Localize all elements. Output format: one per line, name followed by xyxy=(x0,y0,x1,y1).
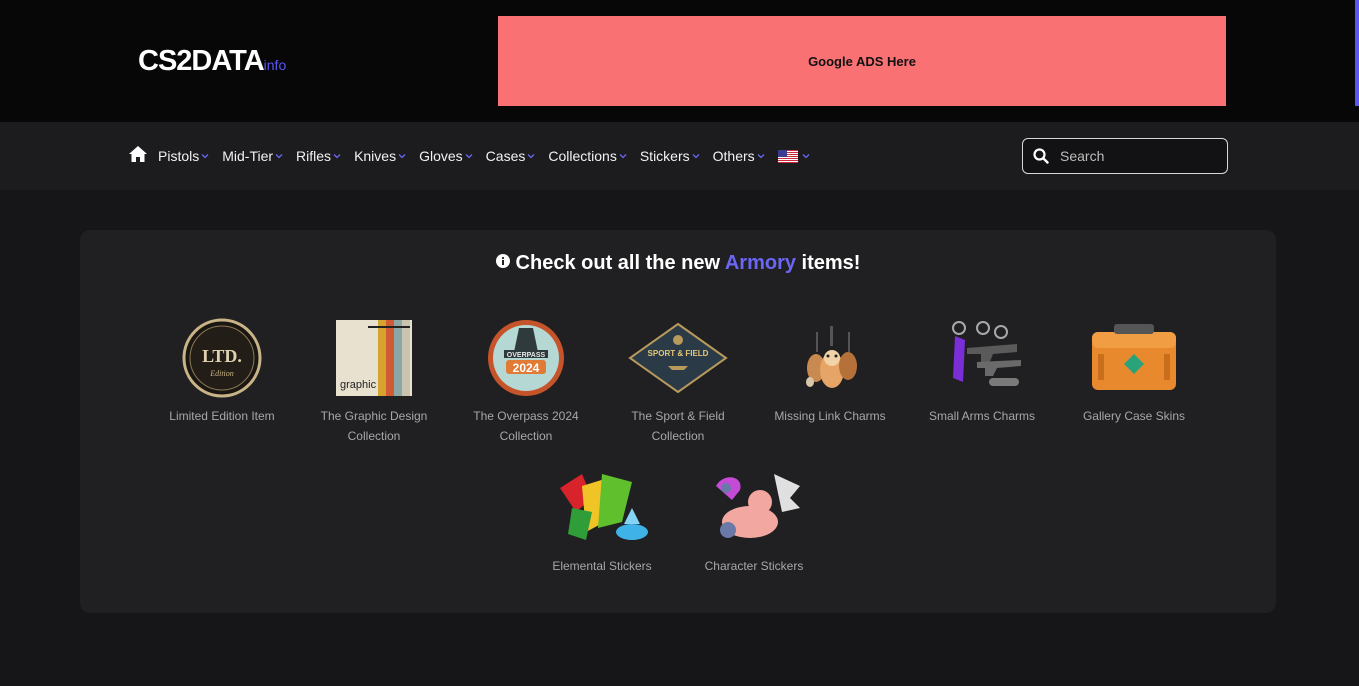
item-label: The Overpass 2024 Collection xyxy=(473,409,579,443)
svg-text:graphic: graphic xyxy=(340,379,377,391)
nav-label: Rifles xyxy=(296,148,332,164)
search-icon xyxy=(1033,148,1049,164)
main-navbar: Pistols Mid-Tier Rifles Knives Gloves Ca… xyxy=(0,122,1359,190)
nav-item-stickers[interactable]: Stickers xyxy=(640,148,700,164)
item-card-elemental-stickers[interactable]: Elemental Stickers xyxy=(534,468,670,576)
armory-headline: Check out all the new Armory items! xyxy=(80,252,1276,275)
info-icon xyxy=(495,254,510,268)
armory-panel: Check out all the new Armory items! LTD.… xyxy=(80,230,1276,613)
chevron-down-icon xyxy=(692,154,700,159)
nav-label: Gloves xyxy=(419,148,463,164)
chevron-down-icon xyxy=(201,154,209,159)
ad-text: Google ADS Here xyxy=(808,53,916,69)
chevron-down-icon xyxy=(619,154,627,159)
chevron-down-icon xyxy=(757,154,765,159)
site-logo[interactable]: CS2DATAinfo xyxy=(138,45,286,78)
sport-field-collection-icon: SPORT & FIELD xyxy=(628,322,728,394)
svg-text:LTD.: LTD. xyxy=(202,346,242,366)
chevron-down-icon xyxy=(275,154,283,159)
nav-label: Stickers xyxy=(639,148,690,164)
nav-item-gloves[interactable]: Gloves xyxy=(419,148,473,164)
item-card-gallery-case-skins[interactable]: Gallery Case Skins xyxy=(1066,318,1202,426)
top-header: CS2DATAinfo Google ADS Here xyxy=(0,0,1359,122)
search-box[interactable] xyxy=(1022,138,1228,174)
item-label: Character Stickers xyxy=(704,559,804,573)
nav-label: Cases xyxy=(485,148,526,164)
item-label: Elemental Stickers xyxy=(552,559,652,573)
us-flag-icon xyxy=(777,149,798,163)
character-stickers-icon xyxy=(716,474,800,538)
item-label: Missing Link Charms xyxy=(774,409,886,423)
armory-link[interactable]: Armory xyxy=(725,252,796,274)
item-label: The Sport & Field Collection xyxy=(631,409,725,443)
item-label: Small Arms Charms xyxy=(928,409,1035,423)
nav-menu: Pistols Mid-Tier Rifles Knives Gloves Ca… xyxy=(128,122,823,190)
headline-prefix: Check out all the new xyxy=(515,252,725,274)
home-icon[interactable] xyxy=(128,145,148,163)
item-label: Gallery Case Skins xyxy=(1082,409,1186,423)
scrollbar-thumb[interactable] xyxy=(1355,0,1359,106)
chevron-down-icon xyxy=(465,154,473,159)
missing-link-charms-icon xyxy=(806,326,857,388)
nav-label: Others xyxy=(712,148,755,164)
nav-item-cases[interactable]: Cases xyxy=(486,148,536,164)
logo-main-text: CS2DATA xyxy=(138,45,265,77)
item-card-graphic-design[interactable]: graphic The Graphic Design Collection xyxy=(306,318,442,446)
nav-item-knives[interactable]: Knives xyxy=(354,148,406,164)
svg-text:SPORT & FIELD: SPORT & FIELD xyxy=(648,349,709,358)
headline-suffix: items! xyxy=(795,252,861,274)
elemental-stickers-icon xyxy=(560,474,648,540)
svg-text:OVERPASS: OVERPASS xyxy=(507,352,546,359)
search-input[interactable] xyxy=(1060,148,1210,164)
svg-text:2024: 2024 xyxy=(513,361,540,375)
nav-item-collections[interactable]: Collections xyxy=(548,148,627,164)
graphic-design-collection-icon: graphic xyxy=(336,320,412,396)
nav-label: Mid-Tier xyxy=(222,148,274,164)
chevron-down-icon xyxy=(398,154,406,159)
chevron-down-icon xyxy=(802,154,810,159)
ltd-edition-badge-icon: LTD. Edition xyxy=(182,318,262,398)
nav-item-rifles[interactable]: Rifles xyxy=(296,148,341,164)
item-card-small-arms-charms[interactable]: Small Arms Charms xyxy=(914,318,1050,426)
nav-label: Knives xyxy=(354,148,397,164)
item-card-sport-field[interactable]: SPORT & FIELD The Sport & Field Collectio… xyxy=(610,318,746,446)
item-card-missing-link-charms[interactable]: Missing Link Charms xyxy=(762,318,898,426)
nav-item-others[interactable]: Others xyxy=(713,148,765,164)
gallery-case-icon xyxy=(1092,324,1176,390)
svg-text:Edition: Edition xyxy=(209,369,234,378)
logo-suffix-text: info xyxy=(263,57,287,73)
chevron-down-icon xyxy=(527,154,535,159)
item-card-limited-edition[interactable]: LTD. Edition Limited Edition Item xyxy=(154,318,290,426)
item-label: Limited Edition Item xyxy=(169,409,275,423)
ad-banner[interactable]: Google ADS Here xyxy=(498,16,1226,106)
nav-label: Collections xyxy=(548,148,617,164)
item-card-character-stickers[interactable]: Character Stickers xyxy=(686,468,822,576)
item-label: The Graphic Design Collection xyxy=(320,409,428,443)
overpass-2024-collection-icon: OVERPASS 2024 xyxy=(488,320,564,396)
nav-label: Pistols xyxy=(158,148,200,164)
language-selector[interactable] xyxy=(777,149,810,163)
item-card-overpass-2024[interactable]: OVERPASS 2024 The Overpass 2024 Collectio… xyxy=(458,318,594,446)
nav-item-pistols[interactable]: Pistols xyxy=(158,148,209,164)
nav-item-mid-tier[interactable]: Mid-Tier xyxy=(222,148,283,164)
small-arms-charms-icon xyxy=(952,321,1021,386)
chevron-down-icon xyxy=(333,154,341,159)
